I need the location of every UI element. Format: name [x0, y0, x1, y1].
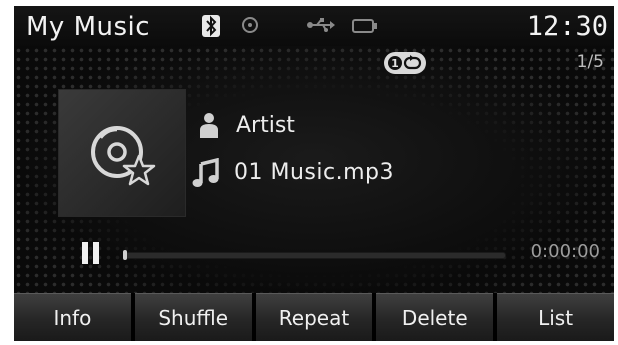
album-art — [58, 89, 186, 217]
clock: 12:30 — [526, 11, 608, 42]
app-title: My Music — [26, 12, 151, 42]
delete-button[interactable]: Delete — [376, 293, 494, 341]
artist-label: Artist — [236, 113, 295, 138]
softkey-bar: Info Shuffle Repeat Delete List — [14, 293, 614, 341]
track-index: 1/5 — [576, 52, 604, 72]
progress-knob[interactable] — [123, 250, 127, 260]
music-player-screen: My Music 12:30 1 1/5 Artist 01 Music.mp3… — [14, 6, 614, 341]
shuffle-button[interactable]: Shuffle — [134, 293, 252, 341]
disc-favorite-icon — [91, 126, 156, 186]
song-title: 01 Music.mp3 — [234, 160, 394, 185]
disc-icon — [242, 17, 258, 33]
info-button[interactable]: Info — [14, 293, 131, 341]
music-note-icon — [192, 157, 220, 192]
pause-button[interactable] — [80, 240, 102, 266]
status-bar: My Music 12:30 — [14, 6, 614, 46]
svg-text:1: 1 — [391, 57, 399, 70]
repeat-button[interactable]: Repeat — [255, 293, 373, 341]
repeat-one-icon: 1 — [384, 52, 426, 74]
list-button[interactable]: List — [497, 293, 614, 341]
elapsed-time: 0:00:00 — [530, 241, 600, 262]
progress-bar[interactable] — [124, 252, 506, 259]
person-icon — [198, 112, 220, 142]
battery-icon — [352, 18, 378, 37]
usb-icon — [306, 16, 336, 38]
pause-icon — [82, 242, 88, 264]
bluetooth-icon — [202, 15, 220, 37]
